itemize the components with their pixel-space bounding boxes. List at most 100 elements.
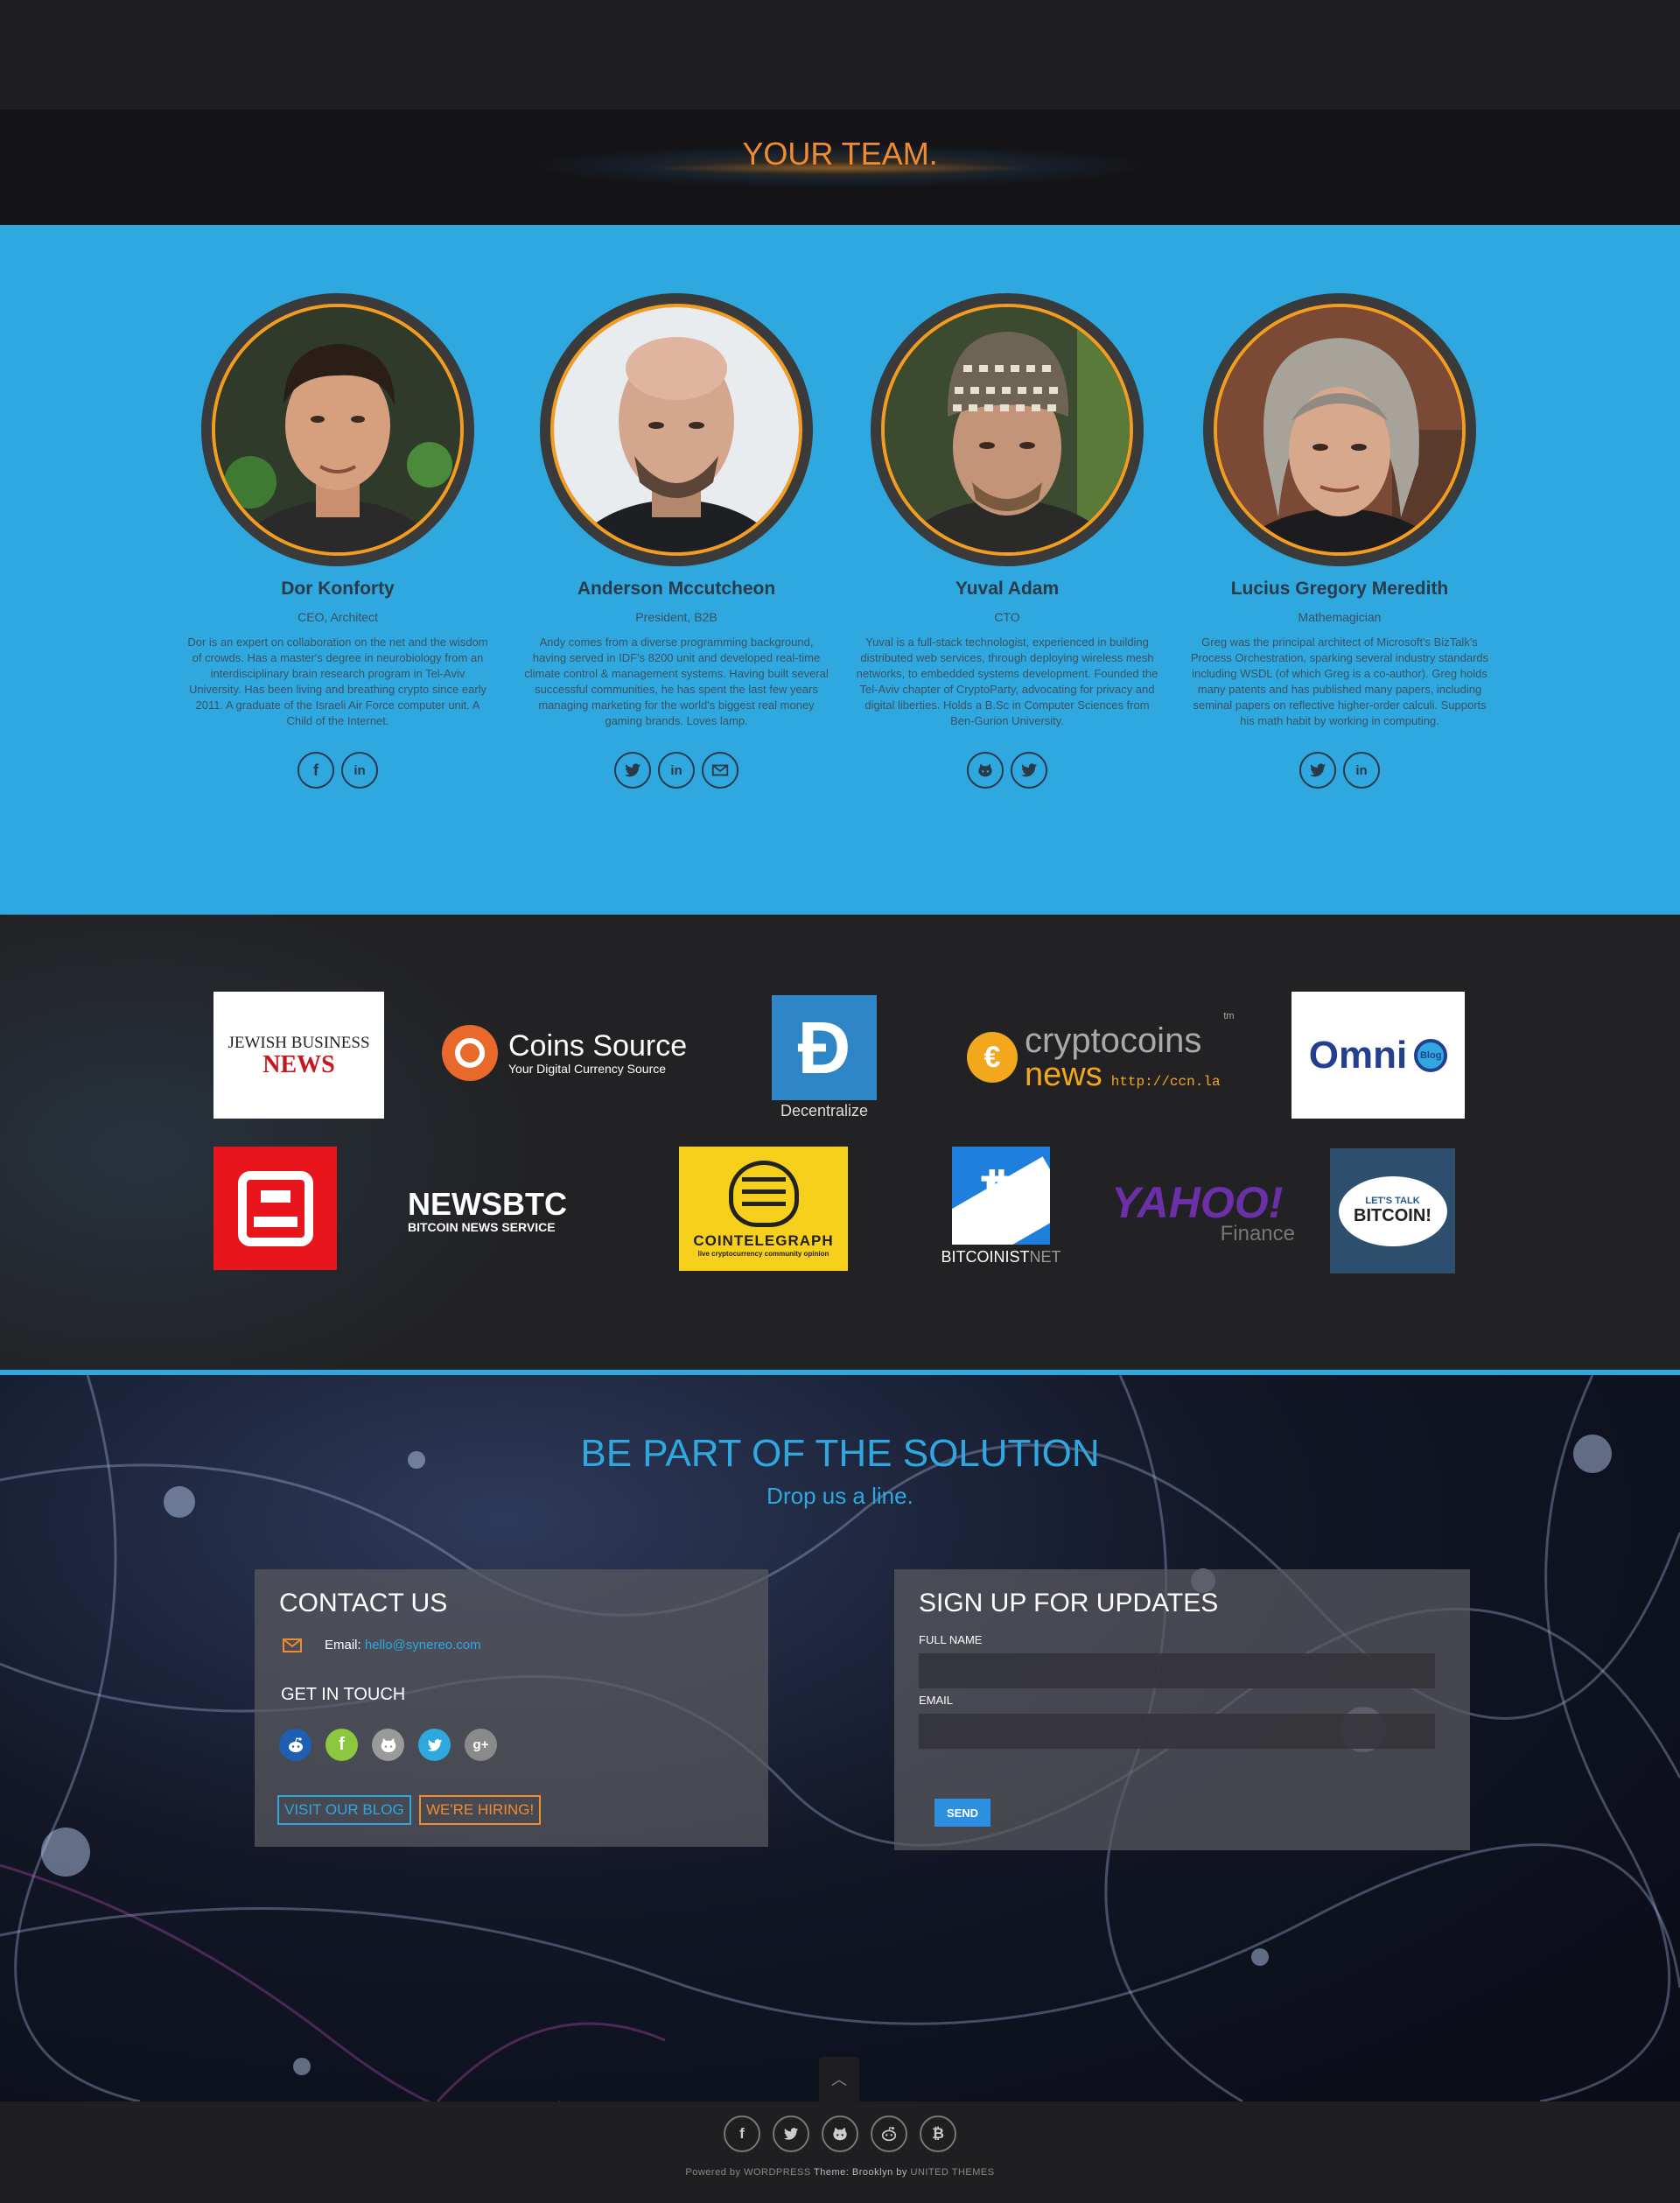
send-button[interactable]: SEND <box>934 1799 990 1827</box>
decentralize-d-icon: Đ <box>772 995 877 1100</box>
jbn-line2: NEWS <box>262 1050 335 1078</box>
cointelegraph-icon <box>728 1160 799 1227</box>
member-bio: Yuval is a full-stack technologist, expe… <box>856 635 1158 727</box>
facebook-icon[interactable]: f <box>724 2115 760 2152</box>
contact-headline: BE PART OF THE SOLUTION <box>580 1432 1100 1475</box>
scroll-to-top-button[interactable]: ︿ <box>819 2057 859 2102</box>
credit-powered: Powered by <box>685 2167 741 2178</box>
member-bio: Greg was the principal architect of Micr… <box>1190 635 1489 727</box>
portrait-frame <box>871 293 1144 566</box>
signup-panel: SIGN UP FOR UPDATES FULL NAME EMAIL SEND <box>894 1569 1470 1850</box>
press-logo-decentralize[interactable]: Đ Decentralize <box>772 995 877 1126</box>
contact-us-panel: CONTACT US Email: hello@synereo.com GET … <box>255 1569 768 1847</box>
cryptocoins-coins: coins <box>1119 1021 1202 1060</box>
press-logo-cryptocoins-news[interactable]: € cryptocoins news http://ccn.la tm <box>967 1009 1247 1105</box>
contact-subheadline: Drop us a line. <box>766 1483 914 1509</box>
top-spacer <box>0 0 1680 109</box>
jbn-line1: JEWISH BUSINESS <box>228 1033 370 1052</box>
twitter-icon[interactable] <box>1299 752 1336 789</box>
linkedin-icon[interactable]: in <box>658 752 695 789</box>
email-label: Email: <box>325 1638 361 1652</box>
bitcoinist-icon: ₿ <box>952 1147 1050 1245</box>
coins-source-tagline: Your Digital Currency Source <box>508 1062 667 1076</box>
github-icon[interactable] <box>372 1729 404 1761</box>
member-name: Anderson Mccutcheon <box>577 579 776 599</box>
twitter-icon[interactable] <box>773 2115 809 2152</box>
yahoo-finance: Finance <box>1220 1222 1295 1245</box>
member-name: Yuval Adam <box>955 579 1060 599</box>
contact-section: BE PART OF THE SOLUTION Drop us a line. … <box>0 1375 1680 2101</box>
get-in-touch-icons: f g+ <box>279 1729 497 1761</box>
get-in-touch-title: GET IN TOUCH <box>281 1685 406 1704</box>
visit-blog-button[interactable]: VISIT OUR BLOG <box>277 1795 411 1825</box>
reddit-icon[interactable] <box>871 2115 907 2152</box>
github-icon[interactable] <box>967 752 1004 789</box>
member-bio: Dor is an expert on collaboration on the… <box>187 635 488 727</box>
facebook-icon[interactable]: f <box>298 752 334 789</box>
full-name-field[interactable] <box>919 1653 1435 1688</box>
newsbtc-tagline: BITCOIN NEWS SERVICE <box>408 1220 556 1234</box>
twitter-icon[interactable] <box>418 1729 451 1761</box>
background-swirl <box>0 915 612 1370</box>
bitcoinist-name: BITCOINIST <box>941 1248 1030 1266</box>
newsbtc-name: NEWSBTC <box>408 1186 567 1222</box>
member-role: President, B2B <box>635 610 718 624</box>
team-section: Dor Konforty CEO, Architect Dor is an ex… <box>0 225 1680 915</box>
press-logo-coins-source[interactable]: Coins Source Your Digital Currency Sourc… <box>442 1018 696 1088</box>
member-name: Dor Konforty <box>281 579 395 599</box>
wordpress-link[interactable]: WORDPRESS <box>744 2167 811 2178</box>
bitcoin-icon[interactable]: ₿ <box>920 2115 956 2152</box>
team-member-anderson: Anderson Mccutcheon President, B2B Andy … <box>514 293 838 789</box>
googleplus-icon[interactable]: g+ <box>465 1729 497 1761</box>
contact-us-title: CONTACT US <box>279 1589 448 1617</box>
press-logo-lets-talk-bitcoin[interactable]: LET'S TALK BITCOIN! <box>1330 1148 1455 1273</box>
email-icon[interactable] <box>702 752 738 789</box>
team-member-lucius: Lucius Gregory Meredith Mathemagician Gr… <box>1178 293 1502 789</box>
linkedin-icon[interactable]: in <box>1343 752 1380 789</box>
page: YOUR TEAM. Dor Konforty CEO, Architect D… <box>0 0 1680 2203</box>
hiring-button[interactable]: WE'RE HIRING! <box>419 1795 542 1825</box>
portrait-frame <box>201 293 474 566</box>
press-logo-bitcoin-b[interactable] <box>214 1147 337 1270</box>
team-member-dor: Dor Konforty CEO, Architect Dor is an ex… <box>176 293 500 789</box>
credit-theme: Theme: Brooklyn by <box>814 2167 907 2178</box>
reddit-icon[interactable] <box>279 1729 312 1761</box>
press-section: JEWISH BUSINESS NEWS Coins Source Your D… <box>0 915 1680 1370</box>
member-bio: Andy comes from a diverse programming ba… <box>524 635 829 727</box>
press-logo-cointelegraph[interactable]: COINTELEGRAPH live cryptocurrency commun… <box>679 1147 848 1271</box>
signup-title: SIGN UP FOR UPDATES <box>919 1589 1219 1617</box>
member-socials: f in <box>176 752 500 789</box>
press-logo-omni-blog[interactable]: Omni Blog <box>1292 992 1465 1119</box>
member-name: Lucius Gregory Meredith <box>1230 579 1449 599</box>
omni-name: Omni <box>1308 1033 1408 1077</box>
press-logo-yahoo-finance[interactable]: YAHOO! Finance <box>1111 1177 1295 1247</box>
twitter-icon[interactable] <box>1011 752 1047 789</box>
united-themes-link[interactable]: UNITED THEMES <box>910 2167 994 2178</box>
portrait-frame <box>540 293 813 566</box>
email-link[interactable]: hello@synereo.com <box>365 1638 481 1652</box>
avatar <box>1214 304 1466 556</box>
member-socials: in <box>1178 752 1502 789</box>
linkedin-icon[interactable]: in <box>341 752 378 789</box>
press-logo-jewish-business-news[interactable]: JEWISH BUSINESS NEWS <box>214 992 384 1119</box>
facebook-icon[interactable]: f <box>326 1729 358 1761</box>
footer: f ₿ Powered by WORDPRESS Theme: Brooklyn… <box>0 2101 1680 2203</box>
bitcoinist-net: NET <box>1029 1248 1061 1266</box>
github-icon[interactable] <box>822 2115 858 2152</box>
bitcoin-b-icon <box>237 1170 313 1246</box>
press-logo-newsbtc[interactable]: NEWSBTC BITCOIN NEWS SERVICE <box>408 1184 583 1238</box>
cryptocoins-news: news <box>1025 1056 1102 1093</box>
press-logo-bitcoinist[interactable]: ₿ BITCOINISTNET <box>942 1147 1061 1278</box>
yahoo-name: YAHOO! <box>1111 1178 1284 1227</box>
ltb-top: LET'S TALK <box>1365 1196 1420 1206</box>
speech-bubble-icon: LET'S TALK BITCOIN! <box>1338 1175 1447 1246</box>
cryptocoins-tm: tm <box>1223 1011 1235 1021</box>
email-field-label: EMAIL <box>919 1694 954 1707</box>
cointelegraph-name: COINTELEGRAPH <box>693 1231 834 1249</box>
twitter-icon[interactable] <box>614 752 651 789</box>
envelope-icon <box>283 1638 302 1652</box>
email-field[interactable] <box>919 1714 1435 1749</box>
member-socials: in <box>514 752 838 789</box>
member-role: CEO, Architect <box>298 610 378 624</box>
omni-blog-badge: Blog <box>1414 1038 1448 1072</box>
